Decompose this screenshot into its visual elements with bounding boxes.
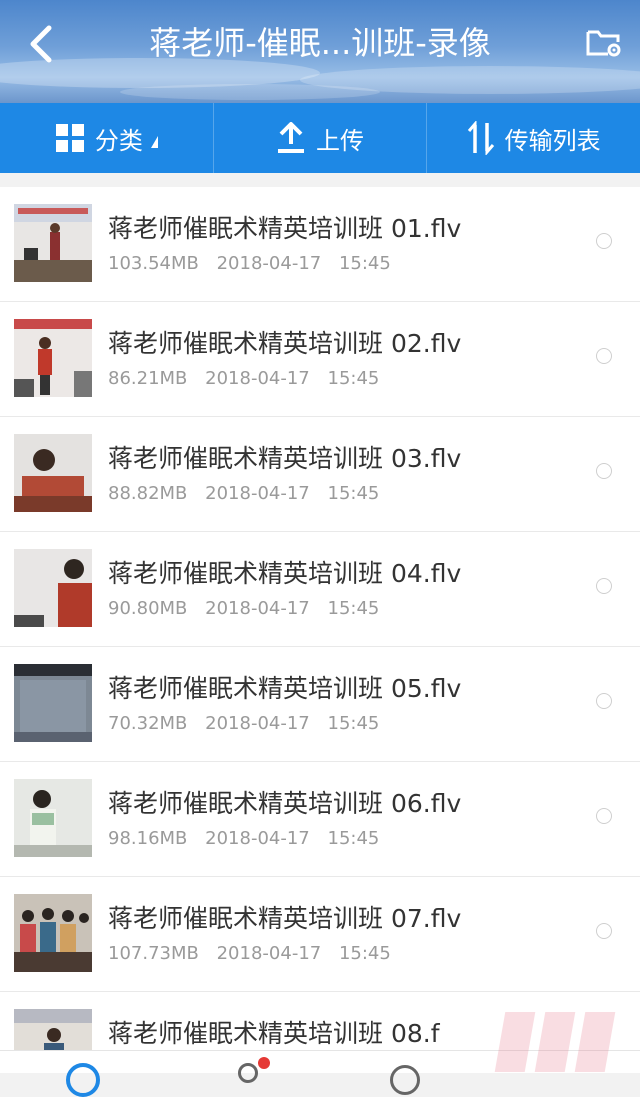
- header-bg-wave: [120, 84, 380, 100]
- file-row[interactable]: 蒋老师催眠术精英培训班 07.flv 107.73MB 2018-04-17 1…: [0, 877, 640, 992]
- file-size: 98.16MB: [108, 828, 188, 849]
- folder-settings-button[interactable]: [582, 20, 626, 64]
- select-radio[interactable]: [596, 808, 612, 824]
- file-date: 2018-04-17: [205, 828, 310, 849]
- select-radio[interactable]: [596, 348, 612, 364]
- upload-label: 上传: [316, 126, 364, 155]
- file-meta: 88.82MB 2018-04-17 15:45: [108, 483, 379, 504]
- video-thumbnail: [14, 434, 92, 512]
- file-name: 蒋老师催眠术精英培训班 01.flv: [108, 214, 462, 243]
- nav-contacts-icon[interactable]: [238, 1063, 258, 1083]
- video-thumbnail: [14, 664, 92, 742]
- file-meta: 86.21MB 2018-04-17 15:45: [108, 368, 379, 389]
- header-bar: 蒋老师-催眠...训班-录像: [0, 0, 640, 103]
- file-row[interactable]: 蒋老师催眠术精英培训班 04.flv 90.80MB 2018-04-17 15…: [0, 532, 640, 647]
- file-time: 15:45: [327, 713, 380, 734]
- action-toolbar: 分类 上传 传输列表: [0, 103, 640, 173]
- nav-discover-icon[interactable]: [390, 1065, 420, 1095]
- folder-settings-icon: [586, 30, 621, 57]
- video-thumbnail: [14, 549, 92, 627]
- upload-button[interactable]: 上传: [212, 103, 427, 173]
- grid-icon: [55, 123, 85, 153]
- file-name: 蒋老师催眠术精英培训班 02.flv: [108, 329, 462, 358]
- category-button[interactable]: 分类: [0, 103, 213, 173]
- file-date: 2018-04-17: [205, 713, 310, 734]
- file-date: 2018-04-17: [216, 943, 322, 964]
- file-meta: 98.16MB 2018-04-17 15:45: [108, 828, 379, 849]
- video-thumbnail: [14, 779, 92, 857]
- file-row[interactable]: 蒋老师催眠术精英培训班 05.flv 70.32MB 2018-04-17 15…: [0, 647, 640, 762]
- video-thumbnail: [14, 204, 92, 282]
- file-size: 88.82MB: [108, 483, 188, 504]
- select-radio[interactable]: [596, 693, 612, 709]
- file-size: 70.32MB: [108, 713, 188, 734]
- file-size: 90.80MB: [108, 598, 188, 619]
- file-meta: 90.80MB 2018-04-17 15:45: [108, 598, 379, 619]
- file-time: 15:45: [338, 943, 391, 964]
- dropdown-triangle-icon: [150, 136, 158, 148]
- video-thumbnail: [14, 894, 92, 972]
- video-thumbnail: [14, 319, 92, 397]
- back-button[interactable]: [16, 20, 64, 68]
- file-row[interactable]: 蒋老师催眠术精英培训班 02.flv 86.21MB 2018-04-17 15…: [0, 302, 640, 417]
- file-meta: 107.73MB 2018-04-17 15:45: [108, 943, 391, 964]
- transfer-list-label: 传输列表: [504, 126, 601, 155]
- file-row[interactable]: 蒋老师催眠术精英培训班 06.flv 98.16MB 2018-04-17 15…: [0, 762, 640, 877]
- file-name: 蒋老师催眠术精英培训班 08.f: [108, 1019, 440, 1048]
- file-meta: 103.54MB 2018-04-17 15:45: [108, 253, 391, 274]
- file-name: 蒋老师催眠术精英培训班 03.flv: [108, 444, 462, 473]
- nav-home-icon[interactable]: [66, 1063, 100, 1097]
- file-date: 2018-04-17: [205, 368, 310, 389]
- file-date: 2018-04-17: [205, 598, 310, 619]
- file-date: 2018-04-17: [205, 483, 310, 504]
- file-time: 15:45: [327, 483, 380, 504]
- file-time: 15:45: [327, 368, 380, 389]
- file-row[interactable]: 蒋老师催眠术精英培训班 03.flv 88.82MB 2018-04-17 15…: [0, 417, 640, 532]
- file-date: 2018-04-17: [216, 253, 322, 274]
- transfer-list-button[interactable]: 传输列表: [426, 103, 640, 173]
- transfer-arrows-icon: [467, 121, 495, 155]
- file-row[interactable]: 蒋老师催眠术精英培训班 01.flv 103.54MB 2018-04-17 1…: [0, 187, 640, 302]
- select-radio[interactable]: [596, 463, 612, 479]
- category-label: 分类: [94, 126, 143, 155]
- file-name: 蒋老师催眠术精英培训班 05.flv: [108, 674, 462, 703]
- file-meta: 70.32MB 2018-04-17 15:45: [108, 713, 379, 734]
- select-radio[interactable]: [596, 233, 612, 249]
- file-name: 蒋老师催眠术精英培训班 04.flv: [108, 559, 462, 588]
- file-name: 蒋老师催眠术精英培训班 06.flv: [108, 789, 462, 818]
- file-time: 15:45: [327, 828, 380, 849]
- file-time: 15:45: [327, 598, 380, 619]
- upload-icon: [276, 122, 306, 154]
- file-size: 107.73MB: [108, 943, 199, 964]
- file-list: 蒋老师催眠术精英培训班 01.flv 103.54MB 2018-04-17 1…: [0, 187, 640, 1072]
- file-time: 15:45: [338, 253, 391, 274]
- select-radio[interactable]: [596, 923, 612, 939]
- file-size: 103.54MB: [108, 253, 199, 274]
- file-name: 蒋老师催眠术精英培训班 07.flv: [108, 904, 462, 933]
- back-chevron-icon: [30, 25, 52, 63]
- notification-dot: [258, 1057, 270, 1069]
- page-title: 蒋老师-催眠...训班-录像: [149, 24, 491, 62]
- file-size: 86.21MB: [108, 368, 188, 389]
- select-radio[interactable]: [596, 578, 612, 594]
